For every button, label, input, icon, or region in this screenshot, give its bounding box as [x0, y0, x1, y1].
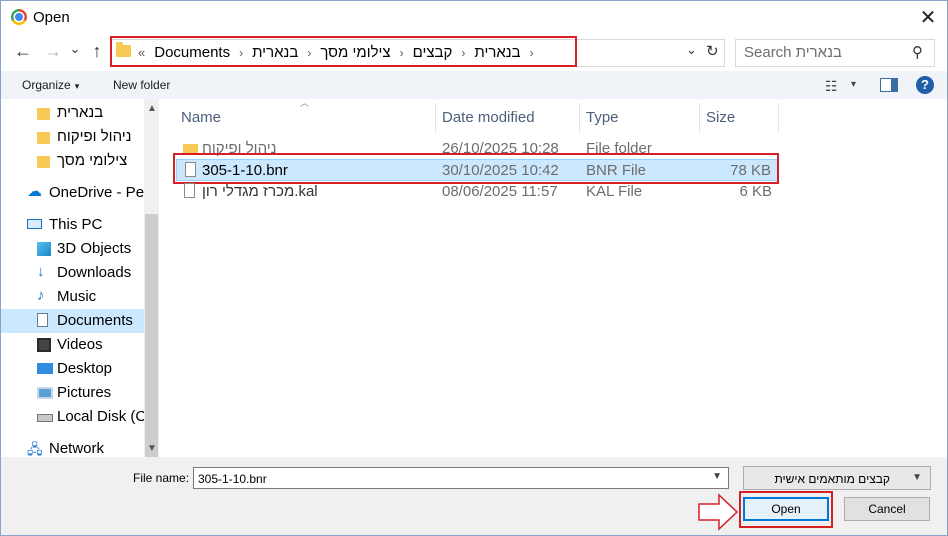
folder-icon	[37, 156, 50, 168]
sidebar-item-onedrive[interactable]: ☁ OneDrive - Pe	[1, 181, 144, 205]
sidebar-item-folder[interactable]: בנארית	[1, 101, 144, 125]
sidebar-item-label: Local Disk (C	[57, 408, 144, 425]
search-input[interactable]: Search בנארית ⚲	[735, 39, 935, 67]
sidebar-item-local-disk[interactable]: Local Disk (C	[1, 405, 144, 429]
music-icon: ♪	[37, 287, 45, 304]
column-name[interactable]: Name	[171, 103, 435, 133]
annotation-arrow-icon	[698, 493, 739, 531]
column-size-label: Size	[706, 109, 736, 126]
sidebar-item-label: Downloads	[57, 264, 132, 281]
file-name-input[interactable]: 305-1-10.bnr ▼	[193, 467, 729, 489]
search-placeholder: Search בנארית	[744, 44, 842, 61]
sidebar-item-label: Pictures	[57, 384, 112, 401]
dropdown-arrow-icon: ▾	[74, 81, 80, 91]
file-type: KAL File	[586, 183, 643, 200]
scroll-down-icon[interactable]: ▼	[147, 443, 157, 454]
desktop-icon	[37, 363, 53, 374]
recent-locations-button[interactable]: ⌄	[65, 39, 85, 59]
downloads-icon: ↓	[37, 263, 45, 280]
column-headers: Name Date modified Type Size	[171, 103, 791, 133]
sidebar-item-label: This PC	[49, 216, 103, 233]
organize-label: Organize	[22, 78, 71, 92]
file-name-value: 305-1-10.bnr	[198, 472, 267, 486]
sidebar-item-folder[interactable]: צילומי מסך	[1, 149, 144, 173]
sidebar-item-downloads[interactable]: ↓ Downloads	[1, 261, 144, 285]
organize-button[interactable]: Organize ▾	[22, 78, 79, 92]
file-icon	[184, 183, 195, 198]
cancel-button[interactable]: Cancel	[844, 497, 930, 521]
up-button[interactable]: ↑	[87, 41, 107, 61]
sidebar-item-label: Videos	[57, 336, 103, 353]
view-options-icon[interactable]: ☷	[825, 78, 838, 95]
sidebar-scrollbar[interactable]: ▲ ▼	[144, 99, 159, 459]
sidebar-item-3d-objects[interactable]: 3D Objects	[1, 237, 144, 261]
open-dialog: Open ✕ ← → ⌄ ↑ « Documents › בנארית › צי…	[0, 0, 948, 536]
column-name-label: Name	[181, 109, 222, 126]
sidebar-item-documents[interactable]: Documents	[1, 309, 144, 333]
annotation-highlight-file	[173, 153, 779, 184]
sidebar-item-videos[interactable]: Videos	[1, 333, 144, 357]
sidebar-item-label: Documents	[57, 312, 133, 329]
sidebar-item-network[interactable]: 🖧 Network	[1, 437, 144, 457]
scroll-up-icon[interactable]: ▲	[147, 103, 157, 114]
title-bar: Open ✕	[1, 1, 947, 35]
pictures-icon	[37, 387, 53, 399]
file-date: 08/06/2025 11:57	[442, 183, 558, 200]
sidebar-item-label: Network	[49, 440, 105, 457]
sidebar-item-this-pc[interactable]: This PC	[1, 213, 144, 237]
sidebar-item-label: Music	[57, 288, 97, 305]
sidebar-item-folder[interactable]: ניהול ופיקוח	[1, 125, 144, 149]
sidebar-item-label: Desktop	[57, 360, 113, 377]
refresh-icon[interactable]: ↻	[706, 42, 719, 60]
onedrive-icon: ☁	[27, 183, 42, 200]
back-button[interactable]: ←	[13, 41, 33, 61]
annotation-highlight-address	[110, 36, 577, 67]
videos-icon	[37, 338, 51, 352]
preview-pane-icon[interactable]	[880, 78, 898, 92]
scrollbar-thumb[interactable]	[145, 214, 158, 459]
help-icon[interactable]: ?	[916, 76, 934, 94]
file-type-value: קבצים מותאמים אישית	[774, 472, 890, 486]
file-type-select[interactable]: קבצים מותאמים אישית ▼	[743, 466, 931, 490]
network-icon: 🖧	[27, 441, 43, 457]
chevron-down-icon[interactable]: ▼	[712, 471, 722, 482]
folder-icon	[37, 108, 50, 120]
folder-icon	[37, 132, 50, 144]
file-size: 6 KB	[739, 183, 772, 200]
column-divider[interactable]	[778, 103, 779, 133]
navigation-pane: בנארית ניהול ופיקוח צילומי מסך ☁ OneDriv…	[1, 99, 159, 457]
sidebar-item-label: בנארית	[57, 104, 104, 121]
chrome-icon	[11, 9, 27, 25]
sidebar-item-label: ניהול ופיקוח	[57, 128, 132, 145]
3d-objects-icon	[37, 242, 51, 256]
sidebar-item-desktop[interactable]: Desktop	[1, 357, 144, 381]
column-size[interactable]: Size	[700, 103, 778, 133]
column-type[interactable]: Type	[580, 103, 699, 133]
forward-button[interactable]: →	[43, 41, 63, 61]
dropdown-arrow-icon[interactable]: ▾	[851, 79, 856, 90]
documents-icon	[37, 313, 48, 327]
sidebar-item-label: צילומי מסך	[57, 152, 128, 169]
window-title: Open	[33, 9, 70, 26]
search-icon[interactable]: ⚲	[912, 43, 923, 61]
computer-icon	[27, 219, 42, 229]
chevron-down-icon[interactable]: ⌄	[686, 42, 697, 58]
file-name: מכרז מגדלי רון.kal	[202, 183, 318, 200]
sidebar-item-pictures[interactable]: Pictures	[1, 381, 144, 405]
command-bar: Organize ▾ New folder	[1, 71, 947, 99]
column-date-label: Date modified	[442, 109, 535, 126]
file-name-label: File name:	[133, 471, 190, 485]
annotation-highlight-open	[739, 491, 833, 528]
chevron-down-icon[interactable]: ▼	[912, 472, 922, 483]
column-date[interactable]: Date modified	[436, 103, 579, 133]
file-row[interactable]: מכרז מגדלי רון.kal 08/06/2025 11:57 KAL …	[176, 181, 778, 203]
new-folder-button[interactable]: New folder	[113, 78, 170, 92]
sidebar-item-label: OneDrive - Pe	[49, 184, 144, 201]
close-icon[interactable]: ✕	[915, 6, 941, 30]
disk-icon	[37, 414, 53, 422]
sidebar-item-music[interactable]: ♪ Music	[1, 285, 144, 309]
column-type-label: Type	[586, 109, 619, 126]
sidebar-item-label: 3D Objects	[57, 240, 132, 257]
